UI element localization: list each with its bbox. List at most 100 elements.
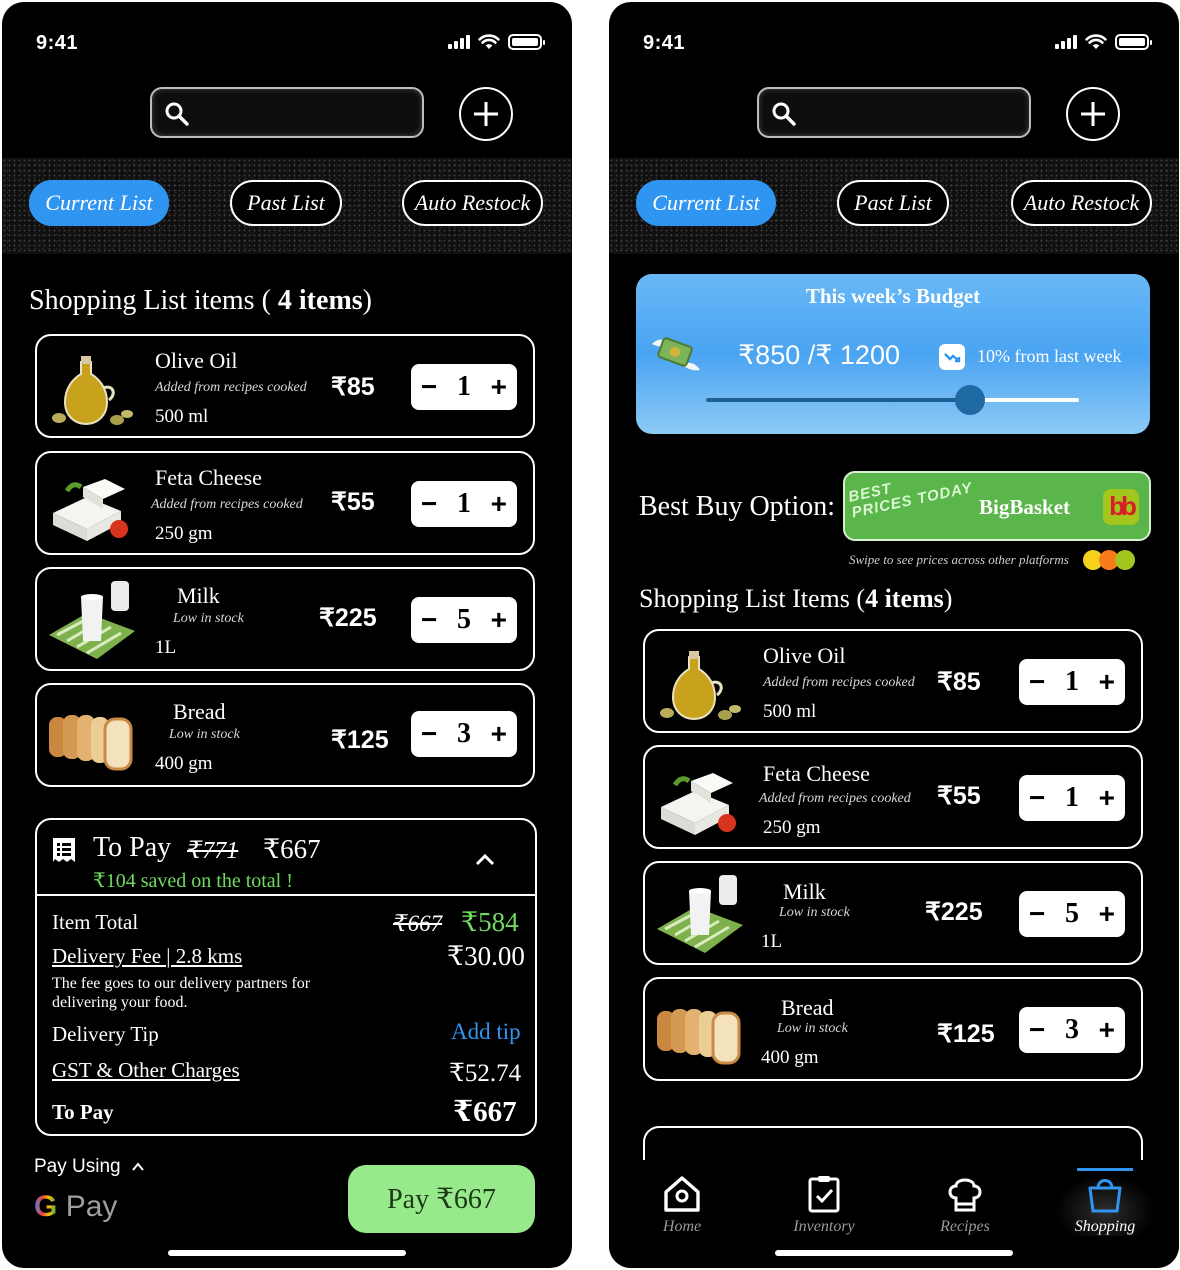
quantity-value: 1 [1065,666,1079,697]
gst-label[interactable]: GST & Other Charges [52,1058,240,1083]
quantity-stepper: −1 + [411,364,517,410]
quantity-value: 1 [1065,782,1079,813]
increment-button[interactable]: + [491,490,507,518]
status-bar: 9:41 [609,30,1179,60]
pay-button[interactable]: Pay ₹667 [348,1165,535,1233]
olive-oil-image [660,651,741,721]
plus-icon [474,102,498,126]
list-item-milk[interactable]: Milk Low in stock 1L ₹225 −5 + [35,567,535,671]
home-indicator [168,1250,406,1256]
heading-prefix: Shopping List items ( [29,285,271,316]
to-pay-original: ₹771 [187,838,239,864]
pay-using[interactable]: Pay Using [34,1156,144,1178]
phone-budget-view: 9:41 Current List Past List Auto Restock… [609,2,1179,1268]
wifi-icon [478,34,500,49]
item-size: 250 gm [155,523,213,544]
decrement-button[interactable]: − [1029,1016,1045,1044]
decrement-button[interactable]: − [1029,668,1045,696]
best-buy-option[interactable]: BEST PRICES TODAY BigBasket bb [843,471,1151,541]
list-item-milk[interactable]: Milk Low in stock 1L ₹225 −5 + [643,861,1143,965]
list-item-feta-cheese[interactable]: Feta Cheese Added from recipes cooked 25… [643,745,1143,849]
item-total-label: Item Total [52,910,139,934]
delivery-fee-label[interactable]: Delivery Fee | 2.8 kms [52,944,242,969]
cellular-icon [448,35,470,49]
weekly-budget-card: This week’s Budget ₹850 /₹ 1200 10% from… [636,274,1150,434]
increment-button[interactable]: + [1099,1016,1115,1044]
item-name: Feta Cheese [155,465,262,490]
decrement-button[interactable]: − [421,373,437,401]
receipt-icon [53,838,75,862]
decrement-button[interactable]: − [1029,784,1045,812]
search-icon [165,102,189,126]
item-note: Low in stock [173,611,244,626]
budget-slider-thumb[interactable] [955,385,986,415]
list-item-olive-oil[interactable]: Olive Oil Added from recipes cooked 500 … [35,334,535,438]
quantity-value: 5 [457,604,471,635]
google-pay-logo: G Pay [34,1190,117,1224]
tab-past-list[interactable]: Past List [230,180,342,226]
item-note: Added from recipes cooked [155,380,307,395]
list-item-bread[interactable]: Bread Low in stock 400 gm ₹125 −3 + [35,683,535,787]
decrement-button[interactable]: − [421,606,437,634]
increment-button[interactable]: + [1099,784,1115,812]
swipe-note: Swipe to see prices across other platfor… [849,552,1069,567]
search-input[interactable] [757,87,1031,138]
list-item-feta-cheese[interactable]: Feta Cheese Added from recipes cooked 25… [35,451,535,555]
delivery-fee-note: The fee goes to our delivery partners fo… [52,975,311,1011]
nav-home-label: Home [662,1218,702,1235]
bigbasket-logo: bb [1103,489,1139,525]
money-wings-icon [652,337,700,371]
gpay-g: G [34,1190,58,1223]
increment-button[interactable]: + [491,373,507,401]
budget-title: This week’s Budget [805,284,981,308]
trend-icon [939,344,965,370]
nav-shopping[interactable]: Shopping [1055,1168,1155,1236]
budget-slider-track [706,385,1079,415]
item-note: Added from recipes cooked [763,675,915,690]
item-note: Low in stock [777,1021,848,1036]
item-name: Olive Oil [763,643,846,668]
item-price: ₹55 [937,782,981,810]
item-note: Low in stock [169,727,240,742]
platform-logos[interactable] [1083,548,1145,572]
pay-using-label: Pay Using [34,1156,121,1177]
search-input[interactable] [150,87,424,138]
shopping-bag-icon [1088,1179,1122,1213]
tab-current-list[interactable]: Current List [29,180,169,226]
item-note: Added from recipes cooked [151,497,303,512]
item-price: ₹55 [331,488,375,516]
quantity-value: 3 [457,718,471,749]
add-item-button[interactable] [1066,87,1120,141]
increment-button[interactable]: + [491,720,507,748]
increment-button[interactable]: + [491,606,507,634]
list-item-olive-oil[interactable]: Olive Oil Added from recipes cooked 500 … [643,629,1143,733]
tab-past-list[interactable]: Past List [837,180,949,226]
decrement-button[interactable]: − [421,490,437,518]
tab-current-list[interactable]: Current List [636,180,776,226]
status-bar: 9:41 [2,30,572,60]
status-time: 9:41 [643,32,686,54]
bread-image [657,1009,741,1065]
nav-inventory[interactable]: Inventory [774,1174,874,1236]
list-item-bread[interactable]: Bread Low in stock 400 gm ₹125 −3 + [643,977,1143,1081]
nav-home[interactable]: Home [632,1174,732,1236]
tab-auto-restock[interactable]: Auto Restock [1011,180,1152,226]
quantity-stepper: −3 + [411,711,517,757]
nav-recipes[interactable]: Recipes [915,1174,1015,1236]
item-name: Feta Cheese [763,761,870,786]
item-price: ₹125 [937,1020,995,1048]
search-icon [772,102,796,126]
add-item-button[interactable] [459,87,513,141]
increment-button[interactable]: + [1099,900,1115,928]
tab-auto-restock[interactable]: Auto Restock [402,180,543,226]
bigbasket-small-logo [1115,550,1135,570]
add-tip-link[interactable]: Add tip [451,1019,521,1045]
decrement-button[interactable]: − [1029,900,1045,928]
item-size: 1L [761,931,783,952]
increment-button[interactable]: + [1099,668,1115,696]
cellular-icon [1055,35,1077,49]
decrement-button[interactable]: − [421,720,437,748]
chevron-up-icon[interactable] [475,852,495,866]
item-name: Milk [783,879,826,904]
item-size: 1L [155,637,177,658]
